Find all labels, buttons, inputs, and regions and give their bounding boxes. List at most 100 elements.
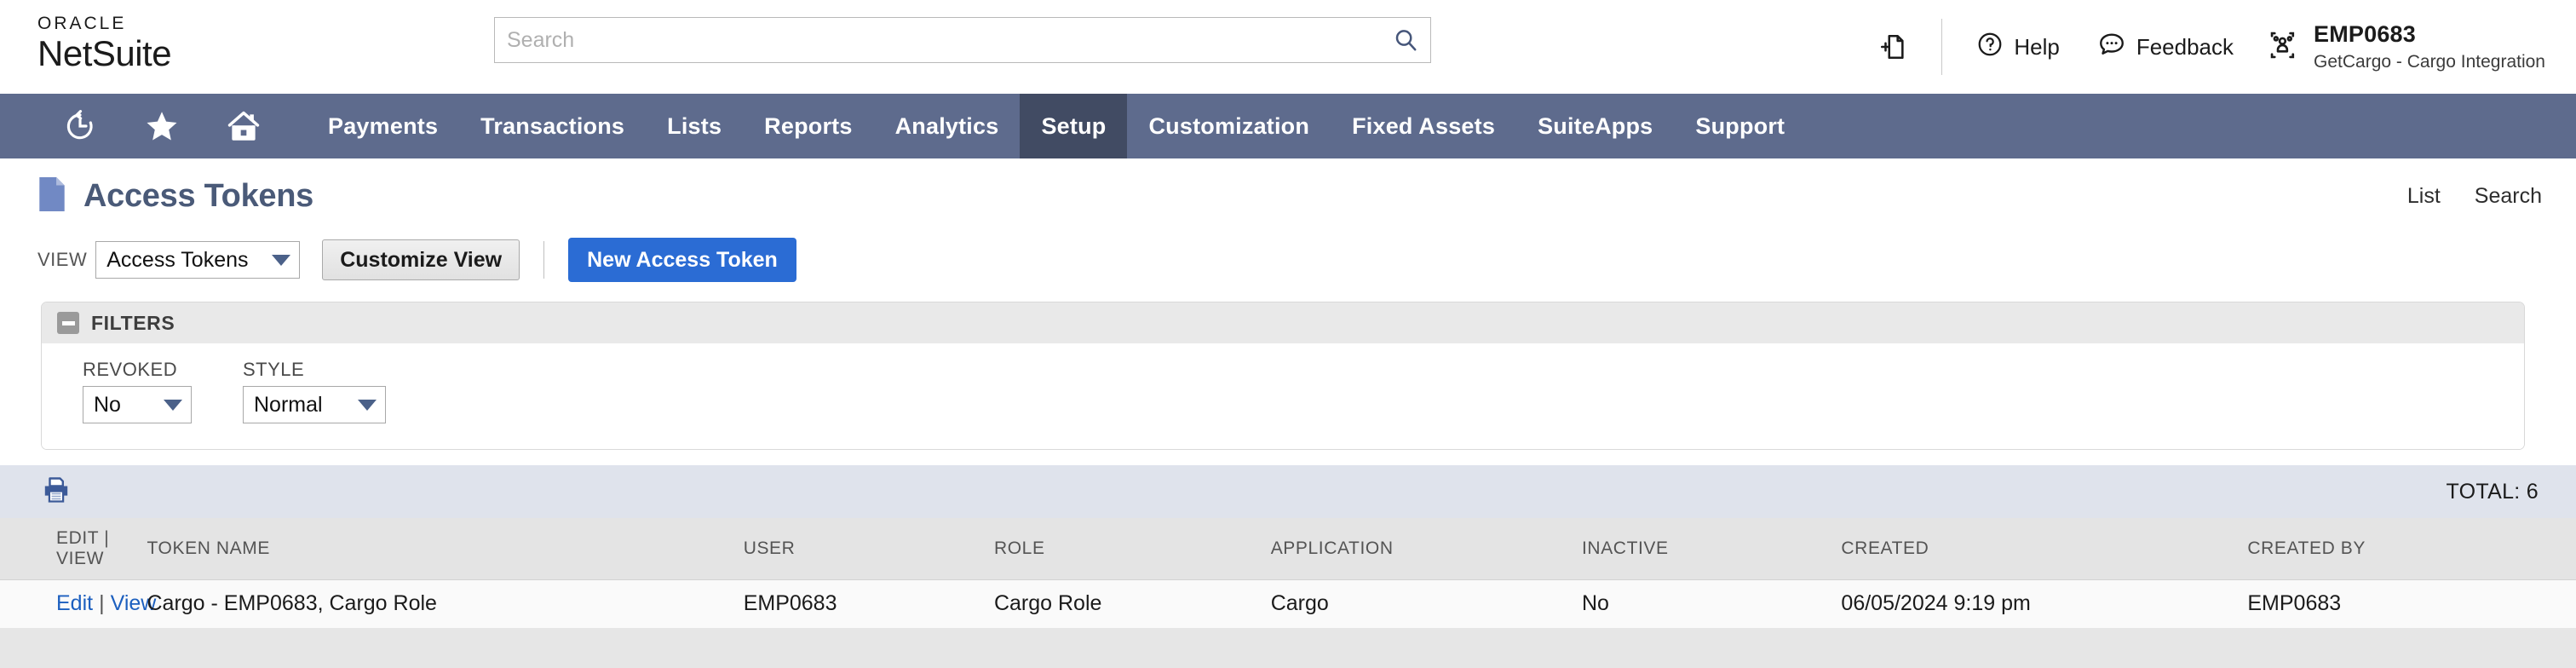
filter-style-label: STYLE [243, 359, 305, 380]
access-tokens-table: EDIT | VIEW TOKEN NAME USER ROLE APPLICA… [0, 518, 2576, 668]
filter-style-value: Normal [254, 392, 323, 417]
filter-style: STYLE Normal [243, 359, 386, 423]
search-link[interactable]: Search [2475, 184, 2542, 209]
netsuite-wordmark: NetSuite [37, 33, 172, 73]
new-access-token-button[interactable]: New Access Token [568, 238, 796, 282]
cell-empty [1270, 627, 1582, 668]
nav-item-reports[interactable]: Reports [743, 94, 873, 158]
cell-empty [2247, 627, 2576, 668]
table-header-row: EDIT | VIEW TOKEN NAME USER ROLE APPLICA… [0, 518, 2576, 580]
toolbar-divider [543, 241, 545, 279]
page-title-group: Access Tokens [37, 176, 313, 216]
nav-item-support[interactable]: Support [1674, 94, 1806, 158]
user-info: EMP0683 GetCargo - Cargo Integration [2314, 20, 2545, 73]
cell-empty [743, 627, 994, 668]
table-header: EDIT | VIEW TOKEN NAME USER ROLE APPLICA… [0, 518, 2576, 580]
filters-body: REVOKED No STYLE Normal [42, 343, 2524, 449]
nav-item-fixed-assets[interactable]: Fixed Assets [1331, 94, 1516, 158]
oracle-wordmark: ORACLE [37, 14, 127, 33]
search-input[interactable] [507, 27, 1393, 53]
view-select[interactable]: Access Tokens [95, 241, 301, 279]
cell-token-name: Cargo - EMP0683, Cargo Role [147, 579, 744, 628]
cell-empty [0, 627, 147, 668]
recent-history-icon[interactable] [39, 94, 121, 158]
user-group-icon [2268, 29, 2300, 66]
filter-revoked: REVOKED No [83, 359, 192, 423]
column-header-token-name[interactable]: TOKEN NAME [147, 518, 744, 580]
nav-item-customization[interactable]: Customization [1127, 94, 1331, 158]
nav-item-analytics[interactable]: Analytics [874, 94, 1021, 158]
feedback-icon [2097, 30, 2126, 65]
column-header-application[interactable]: APPLICATION [1270, 518, 1582, 580]
filter-revoked-value: No [94, 392, 121, 417]
view-label: VIEW [37, 249, 88, 270]
column-header-role[interactable]: ROLE [993, 518, 1271, 580]
search-box[interactable] [494, 17, 1431, 63]
main-navigation-bar: Payments Transactions Lists Reports Anal… [0, 94, 2576, 158]
header-divider [1941, 19, 1943, 75]
page-toolbar: VIEW Access Tokens Customize View New Ac… [0, 233, 2576, 286]
table-row[interactable] [0, 627, 2576, 668]
cell-role: Cargo Role [993, 579, 1271, 628]
filters-title: FILTERS [91, 311, 175, 334]
filter-revoked-label: REVOKED [83, 359, 178, 380]
edit-link[interactable]: Edit [56, 591, 93, 615]
help-label: Help [2014, 33, 2060, 60]
filters-header[interactable]: FILTERS [42, 302, 2524, 343]
favorites-star-icon[interactable] [121, 94, 203, 158]
filter-style-select[interactable]: Normal [243, 386, 386, 423]
cell-application: Cargo [1270, 579, 1582, 628]
chevron-down-icon [272, 254, 291, 266]
nav-item-transactions[interactable]: Transactions [459, 94, 646, 158]
cell-empty [1582, 627, 1842, 668]
cell-user: EMP0683 [743, 579, 994, 628]
nav-item-suiteapps[interactable]: SuiteApps [1516, 94, 1674, 158]
page-title-row: Access Tokens List Search [0, 158, 2576, 233]
user-menu[interactable]: EMP0683 GetCargo - Cargo Integration [2252, 20, 2545, 73]
search-icon[interactable] [1393, 27, 1418, 53]
table-row[interactable]: Edit | View Cargo - EMP0683, Cargo Role EM… [0, 579, 2576, 628]
view-select-value: Access Tokens [106, 247, 249, 272]
page-title: Access Tokens [83, 177, 313, 214]
page-title-links: List Search [2407, 184, 2542, 209]
action-separator: | [99, 591, 105, 616]
feedback-button[interactable]: Feedback [2079, 30, 2252, 65]
page-document-icon [37, 176, 66, 216]
column-header-created[interactable]: CREATED [1841, 518, 2248, 580]
column-header-created-by[interactable]: CREATED BY [2247, 518, 2576, 580]
list-link[interactable]: List [2407, 184, 2441, 209]
column-header-inactive[interactable]: INACTIVE [1582, 518, 1842, 580]
user-role: GetCargo - Cargo Integration [2314, 51, 2545, 72]
cell-created: 06/05/2024 9:19 pm [1841, 579, 2248, 628]
cell-created-by: EMP0683 [2247, 579, 2576, 628]
collapse-minus-icon[interactable] [57, 312, 79, 334]
top-header: ORACLE NetSuite Search Help Feedback EMP… [0, 0, 2576, 94]
column-header-edit-view[interactable]: EDIT | VIEW [0, 518, 147, 580]
filters-panel: FILTERS REVOKED No STYLE Normal [41, 302, 2525, 450]
customize-view-button[interactable]: Customize View [322, 239, 520, 280]
global-search[interactable] [494, 17, 1431, 63]
cell-empty [147, 627, 744, 668]
chevron-down-icon [358, 399, 377, 411]
chevron-down-icon [164, 399, 182, 411]
nav-item-payments[interactable]: Payments [307, 94, 459, 158]
oracle-netsuite-logo[interactable]: ORACLE NetSuite [37, 14, 293, 73]
help-button[interactable]: Help [1958, 31, 2078, 64]
cell-empty [993, 627, 1271, 668]
table-body: Edit | View Cargo - EMP0683, Cargo Role EM… [0, 579, 2576, 668]
total-count-label: TOTAL: 6 [2446, 479, 2539, 504]
header-right-cluster: Help Feedback EMP0683 GetCargo - Cargo I… [1860, 0, 2545, 94]
feedback-label: Feedback [2136, 33, 2234, 60]
filter-revoked-select[interactable]: No [83, 386, 192, 423]
cell-inactive: No [1582, 579, 1842, 628]
new-document-button[interactable] [1860, 32, 1926, 61]
printer-icon[interactable] [41, 475, 72, 510]
help-icon [1976, 31, 2004, 64]
home-icon[interactable] [203, 94, 285, 158]
column-header-user[interactable]: USER [743, 518, 994, 580]
nav-item-setup[interactable]: Setup [1020, 94, 1128, 158]
user-id: EMP0683 [2314, 21, 2416, 47]
nav-item-lists[interactable]: Lists [646, 94, 743, 158]
row-actions: Edit | View [0, 579, 156, 628]
